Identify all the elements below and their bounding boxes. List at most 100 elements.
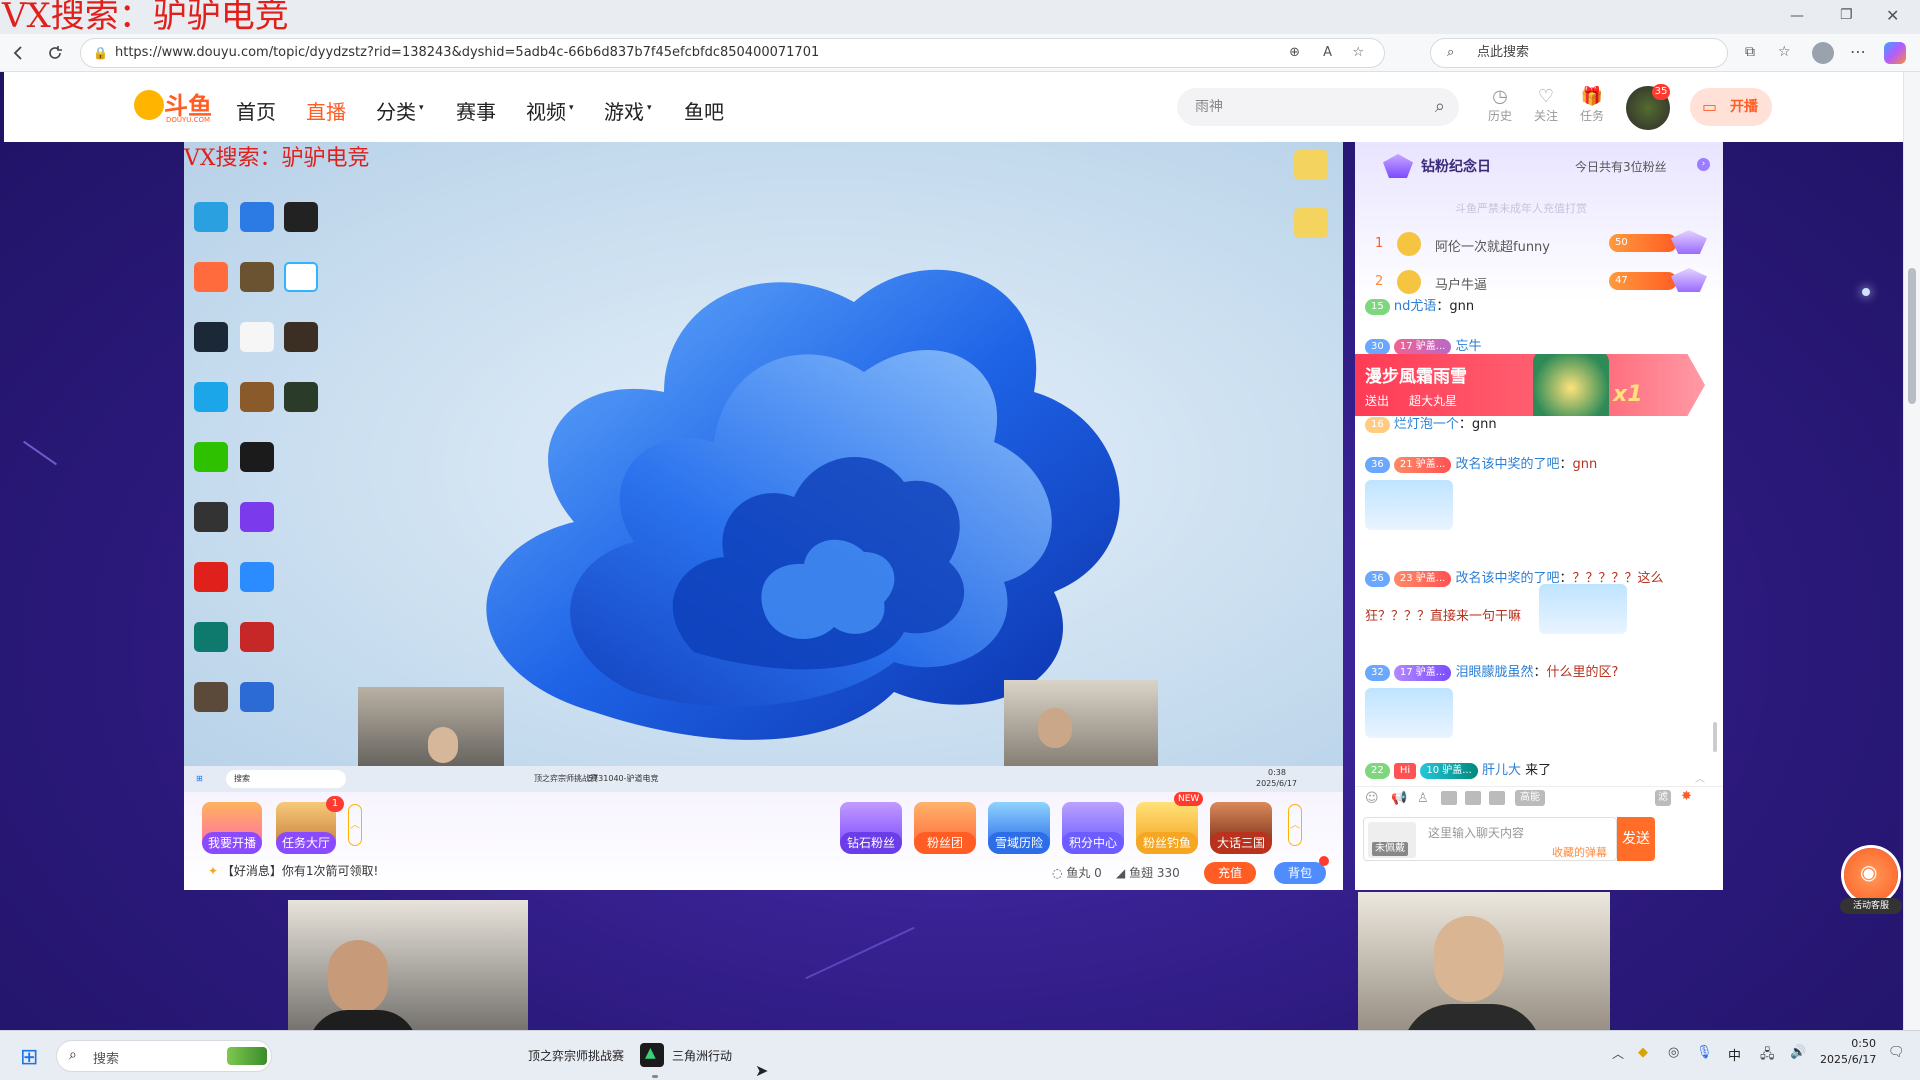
nav-category[interactable]: 分类 bbox=[376, 96, 416, 125]
notification-icon[interactable]: 🗨 bbox=[1888, 1045, 1905, 1060]
address-bar[interactable]: 🔒 https://www.douyu.com/topic/dyydzstz?r… bbox=[80, 38, 1385, 68]
site-search-input[interactable]: 雨神 ⌕ bbox=[1177, 88, 1459, 126]
toolbar-collapse-left[interactable]: ︿ bbox=[348, 804, 362, 846]
tray-app-icon[interactable]: ◎ bbox=[1668, 1045, 1679, 1060]
points-center-label[interactable]: 积分中心 bbox=[1062, 832, 1124, 854]
send-button[interactable]: 发送 bbox=[1617, 817, 1655, 861]
tray-app-icon[interactable]: ◆ bbox=[1638, 1045, 1648, 1060]
nav-games[interactable]: 游戏 bbox=[604, 96, 644, 125]
close-window-button[interactable]: ✕ bbox=[1886, 6, 1899, 25]
desktop-icon bbox=[194, 202, 228, 232]
snow-adventure-label[interactable]: 雪域历险 bbox=[988, 832, 1050, 854]
nav-video[interactable]: 视频 bbox=[526, 96, 566, 125]
follow-button[interactable]: ♡ 关注 bbox=[1526, 86, 1566, 124]
copilot-icon[interactable] bbox=[1884, 42, 1906, 64]
new-tag: NEW bbox=[1174, 792, 1204, 806]
tool-icon[interactable] bbox=[1441, 791, 1457, 805]
chevron-right-icon[interactable]: › bbox=[1697, 158, 1710, 171]
hi-tag: Hi bbox=[1393, 762, 1417, 779]
start-stream-button[interactable]: ▭ 开播 bbox=[1690, 88, 1772, 126]
fan-badge: 10 驴盖... bbox=[1420, 762, 1478, 779]
nav-home[interactable]: 首页 bbox=[236, 96, 276, 125]
more-menu-icon[interactable]: ⋯ bbox=[1850, 42, 1866, 61]
tray-chevron-icon[interactable]: ︿ bbox=[1612, 1045, 1624, 1062]
badge-icon[interactable]: ♙ bbox=[1417, 791, 1429, 806]
tool-icon[interactable] bbox=[1489, 791, 1505, 805]
fan-rank-count[interactable]: 今日共有3位粉丝 bbox=[1575, 158, 1667, 175]
task-hall-badge: 1 bbox=[326, 796, 344, 812]
task-button[interactable]: 🎁 任务 bbox=[1572, 86, 1612, 124]
clock-date[interactable]: 2025/6/17 bbox=[1820, 1053, 1876, 1066]
customer-service-button[interactable]: ◉ bbox=[1844, 848, 1898, 902]
profile-avatar[interactable] bbox=[1812, 42, 1834, 64]
taskbar-search[interactable]: ⌕ 搜索 bbox=[56, 1040, 272, 1072]
fan-badge-name: 驴盖... bbox=[1415, 666, 1446, 678]
history-button[interactable]: ◷ 历史 bbox=[1480, 86, 1520, 124]
favorite-star-icon[interactable]: ☆ bbox=[1352, 39, 1364, 67]
rank-row[interactable]: 2 马户牛逼 47 bbox=[1355, 266, 1723, 298]
recharge-button[interactable]: 充值 bbox=[1204, 862, 1256, 884]
nav-live[interactable]: 直播 bbox=[306, 96, 346, 125]
chat-username[interactable]: 烂灯泡一个 bbox=[1394, 417, 1459, 432]
three-kingdoms-label[interactable]: 大话三国 bbox=[1210, 832, 1272, 854]
rank-number: 2 bbox=[1375, 274, 1384, 289]
collections-icon[interactable]: ☆ bbox=[1778, 44, 1791, 60]
desktop-icon bbox=[284, 322, 318, 352]
taskbar-app-tft[interactable]: 顶之弈宗师挑战赛 bbox=[528, 1047, 624, 1064]
zoom-icon[interactable]: ⊕ bbox=[1289, 39, 1300, 67]
scroll-up-icon[interactable]: ︿ bbox=[1695, 770, 1705, 785]
rank-row[interactable]: 1 阿伦一次就超funny 50 bbox=[1355, 228, 1723, 260]
start-broadcast-label[interactable]: 我要开播 bbox=[202, 832, 262, 854]
taskbar-app-delta[interactable]: 三角洲行动 bbox=[672, 1047, 732, 1064]
back-button[interactable] bbox=[8, 42, 30, 64]
chat-message: 32 17 驴盖... 泪眼朦胧虽然：什么里的区? bbox=[1365, 664, 1618, 682]
nav-fishbar[interactable]: 鱼吧 bbox=[684, 96, 724, 125]
notice-bar[interactable]: ✦ 【好消息】你有1次箭可领取! bbox=[208, 862, 378, 879]
minimize-button[interactable]: — bbox=[1790, 8, 1804, 24]
task-hall-label[interactable]: 任务大厅 bbox=[276, 832, 336, 854]
chat-username[interactable]: 泪眼朦胧虽然 bbox=[1455, 665, 1533, 680]
microphone-icon[interactable]: 🎙 bbox=[1696, 1045, 1713, 1060]
restore-button[interactable]: ❐ bbox=[1840, 7, 1853, 23]
scrollbar-thumb[interactable] bbox=[1908, 268, 1916, 404]
chat-input[interactable]: 未佩戴 这里输入聊天内容 收藏的弹幕 bbox=[1363, 817, 1617, 861]
chat-username[interactable]: 肝儿大 bbox=[1482, 763, 1521, 778]
page-scrollbar[interactable] bbox=[1904, 72, 1920, 1030]
diamond-fans-label[interactable]: 钻石粉丝 bbox=[840, 832, 902, 854]
extensions-icon[interactable]: ⧉ bbox=[1745, 44, 1755, 60]
chat-scrollbar[interactable] bbox=[1713, 722, 1717, 752]
collected-barrage-link[interactable]: 收藏的弹幕 bbox=[1552, 844, 1607, 860]
volume-icon[interactable]: 🔊 bbox=[1790, 1045, 1806, 1060]
fire-icon[interactable]: ✸ bbox=[1681, 789, 1692, 804]
tool-icon[interactable] bbox=[1465, 791, 1481, 805]
chevron-down-icon: ▾ bbox=[569, 103, 574, 113]
read-aloud-icon[interactable]: A bbox=[1323, 39, 1332, 67]
mouse-cursor: ➤ bbox=[755, 1061, 769, 1080]
horn-icon[interactable]: 📢 bbox=[1391, 791, 1407, 806]
network-icon[interactable]: 🖧 bbox=[1760, 1045, 1775, 1067]
search-icon[interactable]: ⌕ bbox=[1435, 88, 1445, 126]
ime-indicator[interactable]: 中 bbox=[1728, 1045, 1741, 1064]
video-player[interactable]: VX搜索：驴驴电竞 ⊞ 搜索 顶之弈宗师挑战赛 5731040-驴道电竞 0:3… bbox=[184, 142, 1343, 890]
wear-badge-slot[interactable]: 未佩戴 bbox=[1368, 822, 1416, 858]
douyu-logo[interactable]: 斗鱼 DOUYU.COM bbox=[134, 86, 224, 128]
chat-username[interactable]: 忘牛 bbox=[1455, 339, 1481, 354]
backpack-button[interactable]: 背包 bbox=[1274, 862, 1326, 884]
fan-badge: 21 驴盖... bbox=[1393, 456, 1452, 473]
emoji-icon[interactable]: ☺ bbox=[1365, 791, 1379, 806]
follow-label: 关注 bbox=[1533, 109, 1558, 123]
wechat-icon bbox=[194, 442, 228, 472]
high-energy-button[interactable]: 高能 bbox=[1515, 790, 1545, 806]
chat-username[interactable]: nd尤语 bbox=[1394, 299, 1437, 314]
clock-time[interactable]: 0:50 bbox=[1824, 1037, 1876, 1050]
web-search-box[interactable]: ⌕ 点此搜索 bbox=[1430, 38, 1728, 68]
filter-button[interactable]: 滤 bbox=[1655, 790, 1671, 806]
windows-start-icon[interactable]: ⊞ bbox=[20, 1045, 38, 1070]
fan-fishing-label[interactable]: 粉丝钓鱼 bbox=[1136, 832, 1198, 854]
toolbar-collapse-right[interactable]: ︿ bbox=[1288, 804, 1302, 846]
chat-username[interactable]: 改名该中奖的了吧 bbox=[1455, 457, 1559, 472]
delta-force-icon[interactable]: ▲ bbox=[640, 1043, 664, 1067]
nav-events[interactable]: 赛事 bbox=[456, 96, 496, 125]
reload-button[interactable] bbox=[44, 42, 66, 64]
fan-club-label[interactable]: 粉丝团 bbox=[914, 832, 976, 854]
